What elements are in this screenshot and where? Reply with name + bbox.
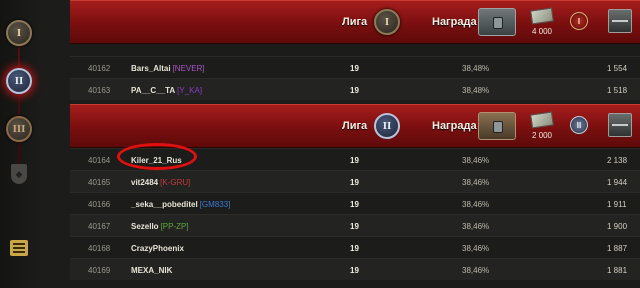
player-name[interactable]: vit2484 [K-GRU] [131, 178, 190, 187]
table-row[interactable]: 40162 Bars_Altai [NEVER] 19 38,48% 1 554 [70, 56, 640, 78]
score-value: 19 [350, 222, 359, 231]
rank-value: 40167 [88, 222, 111, 231]
credits-amount: 4 000 [531, 27, 553, 36]
score-value: 19 [350, 86, 359, 95]
credits-icon [530, 111, 554, 129]
credits-icon [530, 7, 554, 25]
league-1-banner: Лига I Награда 4 000 I [70, 0, 640, 44]
player-name[interactable]: CrazyPhoenix [131, 244, 184, 253]
list-menu-icon[interactable] [10, 240, 28, 256]
rank-value: 40162 [88, 64, 111, 73]
table-row[interactable]: 40166 _seka__pobeditel [GM833] 19 38,46% … [70, 192, 640, 214]
clan-tag: [PP-ZP] [160, 222, 189, 231]
rank-value: 40166 [88, 200, 111, 209]
points-value: 1 944 [607, 178, 628, 187]
reward-label: Награда [432, 120, 477, 132]
rank-value: 40168 [88, 244, 111, 253]
percent-value: 38,48% [462, 64, 490, 73]
points-value: 1 887 [607, 244, 628, 253]
silver-badge-icon[interactable]: II [570, 116, 588, 134]
points-value: 1 900 [607, 222, 628, 231]
clan-tag: [NEVER] [172, 64, 205, 73]
percent-value: 38,46% [462, 178, 490, 187]
shield-icon[interactable]: ◆ [11, 164, 27, 184]
percent-value: 38,48% [462, 86, 490, 95]
reward-label: Награда [432, 16, 477, 28]
league-1-medal-icon[interactable]: I [6, 20, 32, 46]
clan-tag: [K-GRU] [160, 178, 191, 187]
points-value: 1 554 [607, 64, 628, 73]
rank-value: 40164 [88, 156, 111, 165]
points-value: 2 138 [607, 156, 628, 165]
player-name[interactable]: Bars_Altai [NEVER] [131, 64, 205, 73]
score-value: 19 [350, 156, 359, 165]
league-label: Лига [342, 120, 368, 132]
supply-crate-icon[interactable] [608, 9, 632, 33]
percent-value: 38,46% [462, 200, 490, 209]
reward-container-icon[interactable] [478, 112, 516, 140]
points-value: 1 518 [607, 86, 628, 95]
league-label: Лига [342, 16, 368, 28]
league-3-medal-icon[interactable]: III [6, 116, 32, 142]
points-value: 1 911 [607, 200, 627, 209]
credits-amount: 2 000 [531, 131, 553, 140]
league-2-banner: Лига II Награда 2 000 II [70, 104, 640, 148]
table-row[interactable]: 40167 Sezello [PP-ZP] 19 38,46% 1 900 [70, 214, 640, 236]
percent-value: 38,46% [462, 156, 490, 165]
league-1-emblem-icon: I [374, 9, 400, 35]
league-sidebar: I II III ◆ [0, 0, 38, 288]
clan-tag: [GM833] [199, 200, 231, 209]
table-row[interactable]: 40168 CrazyPhoenix 19 38,46% 1 887 [70, 236, 640, 258]
rank-value: 40163 [88, 86, 111, 95]
score-value: 19 [350, 200, 359, 209]
gold-badge-icon[interactable]: I [570, 12, 588, 30]
player-name[interactable]: Sezello [PP-ZP] [131, 222, 189, 231]
league-2-medal-icon[interactable]: II [6, 68, 32, 94]
rank-value: 40169 [88, 266, 111, 275]
score-value: 19 [350, 178, 359, 187]
percent-value: 38,46% [462, 266, 490, 275]
player-name[interactable]: _seka__pobeditel [GM833] [131, 200, 230, 209]
player-name[interactable]: MEXA_NIK [131, 266, 172, 275]
reward-container-icon[interactable] [478, 8, 516, 36]
supply-crate-icon[interactable] [608, 113, 632, 137]
points-value: 1 881 [607, 266, 628, 275]
table-row[interactable]: 40165 vit2484 [K-GRU] 19 38,46% 1 944 [70, 170, 640, 192]
player-name[interactable]: PA__C__TA [Y_KA] [131, 86, 202, 95]
percent-value: 38,46% [462, 244, 490, 253]
percent-value: 38,46% [462, 222, 490, 231]
table-row[interactable]: 40169 MEXA_NIK 19 38,46% 1 881 [70, 258, 640, 280]
table-row[interactable]: 40163 PA__C__TA [Y_KA] 19 38,48% 1 518 [70, 78, 640, 100]
score-value: 19 [350, 244, 359, 253]
player-highlight-circle [117, 143, 197, 170]
score-value: 19 [350, 266, 359, 275]
score-value: 19 [350, 64, 359, 73]
league-2-emblem-icon: II [374, 113, 400, 139]
rank-value: 40165 [88, 178, 111, 187]
clan-tag: [Y_KA] [177, 86, 203, 95]
